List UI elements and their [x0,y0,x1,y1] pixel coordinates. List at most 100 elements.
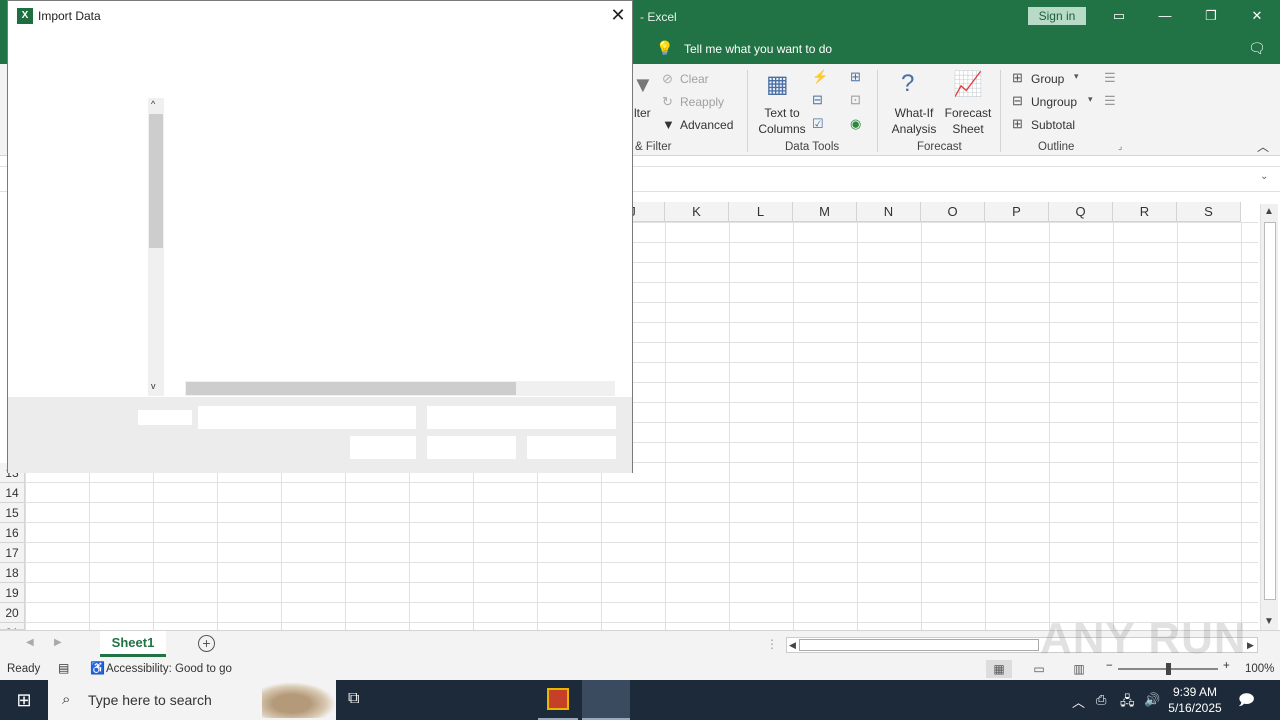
comments-icon[interactable]: 🗨 [1248,40,1266,57]
row-header[interactable]: 20 [0,603,25,623]
row-header[interactable]: 14 [0,483,25,503]
accessibility-icon[interactable]: ♿ [90,661,105,675]
horizontal-scroll-thumb[interactable] [799,639,1039,651]
column-header[interactable]: L [729,202,793,222]
chevron-down-icon[interactable]: ▾ [1088,94,1093,105]
scroll-up-icon[interactable]: ^ [151,99,155,109]
dialog-placeholder-button[interactable] [350,436,416,459]
prev-sheet-icon[interactable]: ◀ [26,637,34,648]
dialog-placeholder-field[interactable] [138,410,192,425]
splitter-handle-icon[interactable]: ⋮ [766,637,778,651]
subtotal-button[interactable]: Subtotal [1031,118,1075,132]
notifications-icon[interactable]: 🗩 [1238,690,1255,715]
column-header[interactable]: M [793,202,857,222]
row-header[interactable]: 17 [0,543,25,563]
dialog-footer [8,397,632,473]
column-header[interactable]: N [857,202,921,222]
filter-icon[interactable]: ▼ [632,72,654,98]
ungroup-button[interactable]: Ungroup [1031,95,1077,109]
normal-view-icon[interactable]: ▦ [986,660,1012,678]
column-header[interactable]: O [921,202,985,222]
scroll-up-icon[interactable]: ▲ [1264,206,1274,217]
dialog-horizontal-scrollbar[interactable] [185,381,615,396]
tell-me-input[interactable]: Tell me what you want to do [684,42,832,56]
forecast-sheet-label-1[interactable]: Forecast [942,105,994,121]
network-icon[interactable]: 🖧 [1120,692,1135,714]
row-header[interactable]: 19 [0,583,25,603]
what-if-analysis-icon[interactable]: ? [901,70,914,98]
taskbar-winrar-app[interactable] [538,680,578,720]
collapse-ribbon-icon[interactable]: ︿ [1257,138,1269,155]
row-header[interactable]: 18 [0,563,25,583]
task-view-icon[interactable]: ⧉ [348,690,359,708]
clear-button[interactable]: Clear [680,72,709,86]
advanced-button[interactable]: Advanced [680,118,733,132]
show-hidden-icons-icon[interactable]: ︿ [1072,692,1085,711]
macro-record-icon[interactable]: ▤ [58,661,69,675]
column-header[interactable]: P [985,202,1049,222]
taskbar-active-app[interactable] [582,680,630,720]
text-to-columns-label-2[interactable]: Columns [754,121,810,137]
dialog-scroll-thumb[interactable] [149,114,163,248]
volume-icon[interactable]: 🔊 [1144,692,1160,708]
zoom-level[interactable]: 100% [1245,663,1274,675]
scroll-left-icon[interactable]: ◀ [789,638,796,652]
text-to-columns-label-1[interactable]: Text to [756,105,808,121]
forecast-sheet-icon[interactable]: 📈 [953,70,983,99]
close-icon[interactable]: ✕ [608,4,628,26]
column-header[interactable]: K [665,202,729,222]
dialog-placeholder-dropdown[interactable] [198,406,416,429]
remove-duplicates-icon[interactable]: ⊟ [812,92,823,108]
expand-formula-bar-icon[interactable]: ⌄ [1260,171,1268,182]
relationships-icon[interactable]: ⊡ [850,92,861,108]
data-validation-icon[interactable]: ☑ [812,116,824,132]
reapply-button[interactable]: Reapply [680,95,724,109]
row-header[interactable]: 15 [0,503,25,523]
accessibility-status[interactable]: Accessibility: Good to go [106,663,232,675]
outline-dialog-launcher-icon[interactable]: ⌟ [1118,141,1122,152]
next-sheet-icon[interactable]: ▶ [54,637,62,648]
zoom-slider-knob[interactable] [1166,663,1171,675]
row-header[interactable]: 16 [0,523,25,543]
group-button[interactable]: Group [1031,72,1064,86]
column-header[interactable]: R [1113,202,1177,222]
dialog-placeholder-button[interactable] [527,436,616,459]
row-header[interactable]: 21 [0,623,25,630]
dialog-placeholder-dropdown[interactable] [427,406,616,429]
column-header[interactable]: S [1177,202,1241,222]
add-sheet-icon[interactable]: + [198,635,215,652]
what-if-label-1[interactable]: What-If [888,105,940,121]
sign-in-button[interactable]: Sign in [1028,7,1086,25]
dialog-placeholder-button[interactable] [427,436,516,459]
scroll-down-icon[interactable]: ▼ [1264,616,1274,627]
scroll-right-icon[interactable]: ▶ [1247,638,1254,652]
search-placeholder[interactable]: Type here to search [88,692,212,708]
hide-detail-icon[interactable]: ☰ [1104,93,1116,109]
close-window-icon[interactable]: ✕ [1246,6,1268,26]
chevron-down-icon[interactable]: ▾ [1074,71,1079,82]
ribbon-separator [747,70,748,152]
scroll-down-icon[interactable]: v [151,381,156,391]
clear-filter-icon: ⊘ [662,71,673,86]
manage-data-model-icon[interactable]: ◉ [850,116,861,132]
windows-start-icon[interactable]: ⊞ [0,680,48,720]
text-to-columns-icon[interactable]: ▦ [766,70,789,99]
taskbar-search[interactable]: ⌕ Type here to search [48,680,336,720]
device-icon[interactable]: ⎙ [1096,692,1106,708]
vertical-scrollbar[interactable]: ▲ ▼ [1260,204,1278,632]
filter-button-label[interactable]: lter [634,106,651,120]
restore-icon[interactable]: ❐ [1200,6,1222,26]
taskbar-clock[interactable]: 9:39 AM 5/16/2025 [1166,684,1224,716]
flash-fill-icon[interactable]: ⚡ [812,69,828,85]
scroll-thumb[interactable] [1264,222,1276,600]
show-detail-icon[interactable]: ☰ [1104,70,1116,86]
dialog-horizontal-scroll-thumb[interactable] [186,382,516,395]
dialog-vertical-scrollbar[interactable]: ^ v [148,98,164,396]
ribbon-display-options-icon[interactable]: ▭ [1108,6,1130,26]
forecast-sheet-label-2[interactable]: Sheet [942,121,994,137]
what-if-label-2[interactable]: Analysis [884,121,944,137]
column-header[interactable]: Q [1049,202,1113,222]
sheet-tab-sheet1[interactable]: Sheet1 [100,631,166,657]
consolidate-icon[interactable]: ⊞ [850,69,861,85]
minimize-icon[interactable]: — [1154,6,1176,26]
